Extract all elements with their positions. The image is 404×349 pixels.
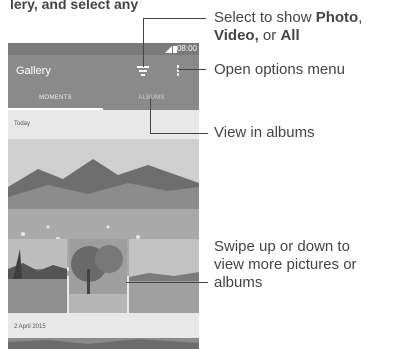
callout-line bbox=[143, 18, 144, 67]
signal-icon bbox=[165, 46, 172, 53]
tab-bar: MOMENTS ALBUMS bbox=[8, 88, 199, 110]
tab-moments[interactable]: MOMENTS bbox=[8, 88, 103, 110]
callout-filter: Select to show Photo, Video, or All bbox=[214, 9, 363, 44]
section-label-today: Today bbox=[14, 121, 31, 127]
callout-swipe: Swipe up or down to view more pictures o… bbox=[214, 238, 357, 291]
photo-thumbnail[interactable] bbox=[8, 338, 199, 349]
tab-albums[interactable]: ALBUMS bbox=[104, 88, 199, 110]
callout-line bbox=[150, 133, 208, 134]
filter-icon[interactable] bbox=[137, 66, 149, 76]
photo-thumbnail[interactable] bbox=[129, 239, 199, 313]
photo-thumbnail[interactable] bbox=[8, 239, 67, 313]
app-title: Gallery bbox=[16, 65, 51, 77]
phone-screen: 08:00 Gallery MOMENTS ALBUMS Today 2 Apr… bbox=[8, 43, 199, 349]
top-caption: lery, and select any bbox=[10, 0, 139, 12]
callout-line bbox=[143, 18, 206, 19]
callout-line bbox=[178, 69, 206, 70]
section-label-date: 2 April 2015 bbox=[14, 324, 46, 330]
app-bar: Gallery bbox=[8, 55, 199, 88]
status-time: 08:00 bbox=[176, 44, 197, 53]
status-bar: 08:00 bbox=[8, 43, 199, 55]
callout-line bbox=[126, 282, 208, 283]
photo-thumbnail[interactable] bbox=[69, 239, 127, 313]
callout-line bbox=[150, 98, 151, 133]
callout-options: Open options menu bbox=[214, 61, 345, 78]
more-options-icon[interactable] bbox=[176, 65, 180, 77]
callout-albums: View in albums bbox=[214, 124, 315, 141]
